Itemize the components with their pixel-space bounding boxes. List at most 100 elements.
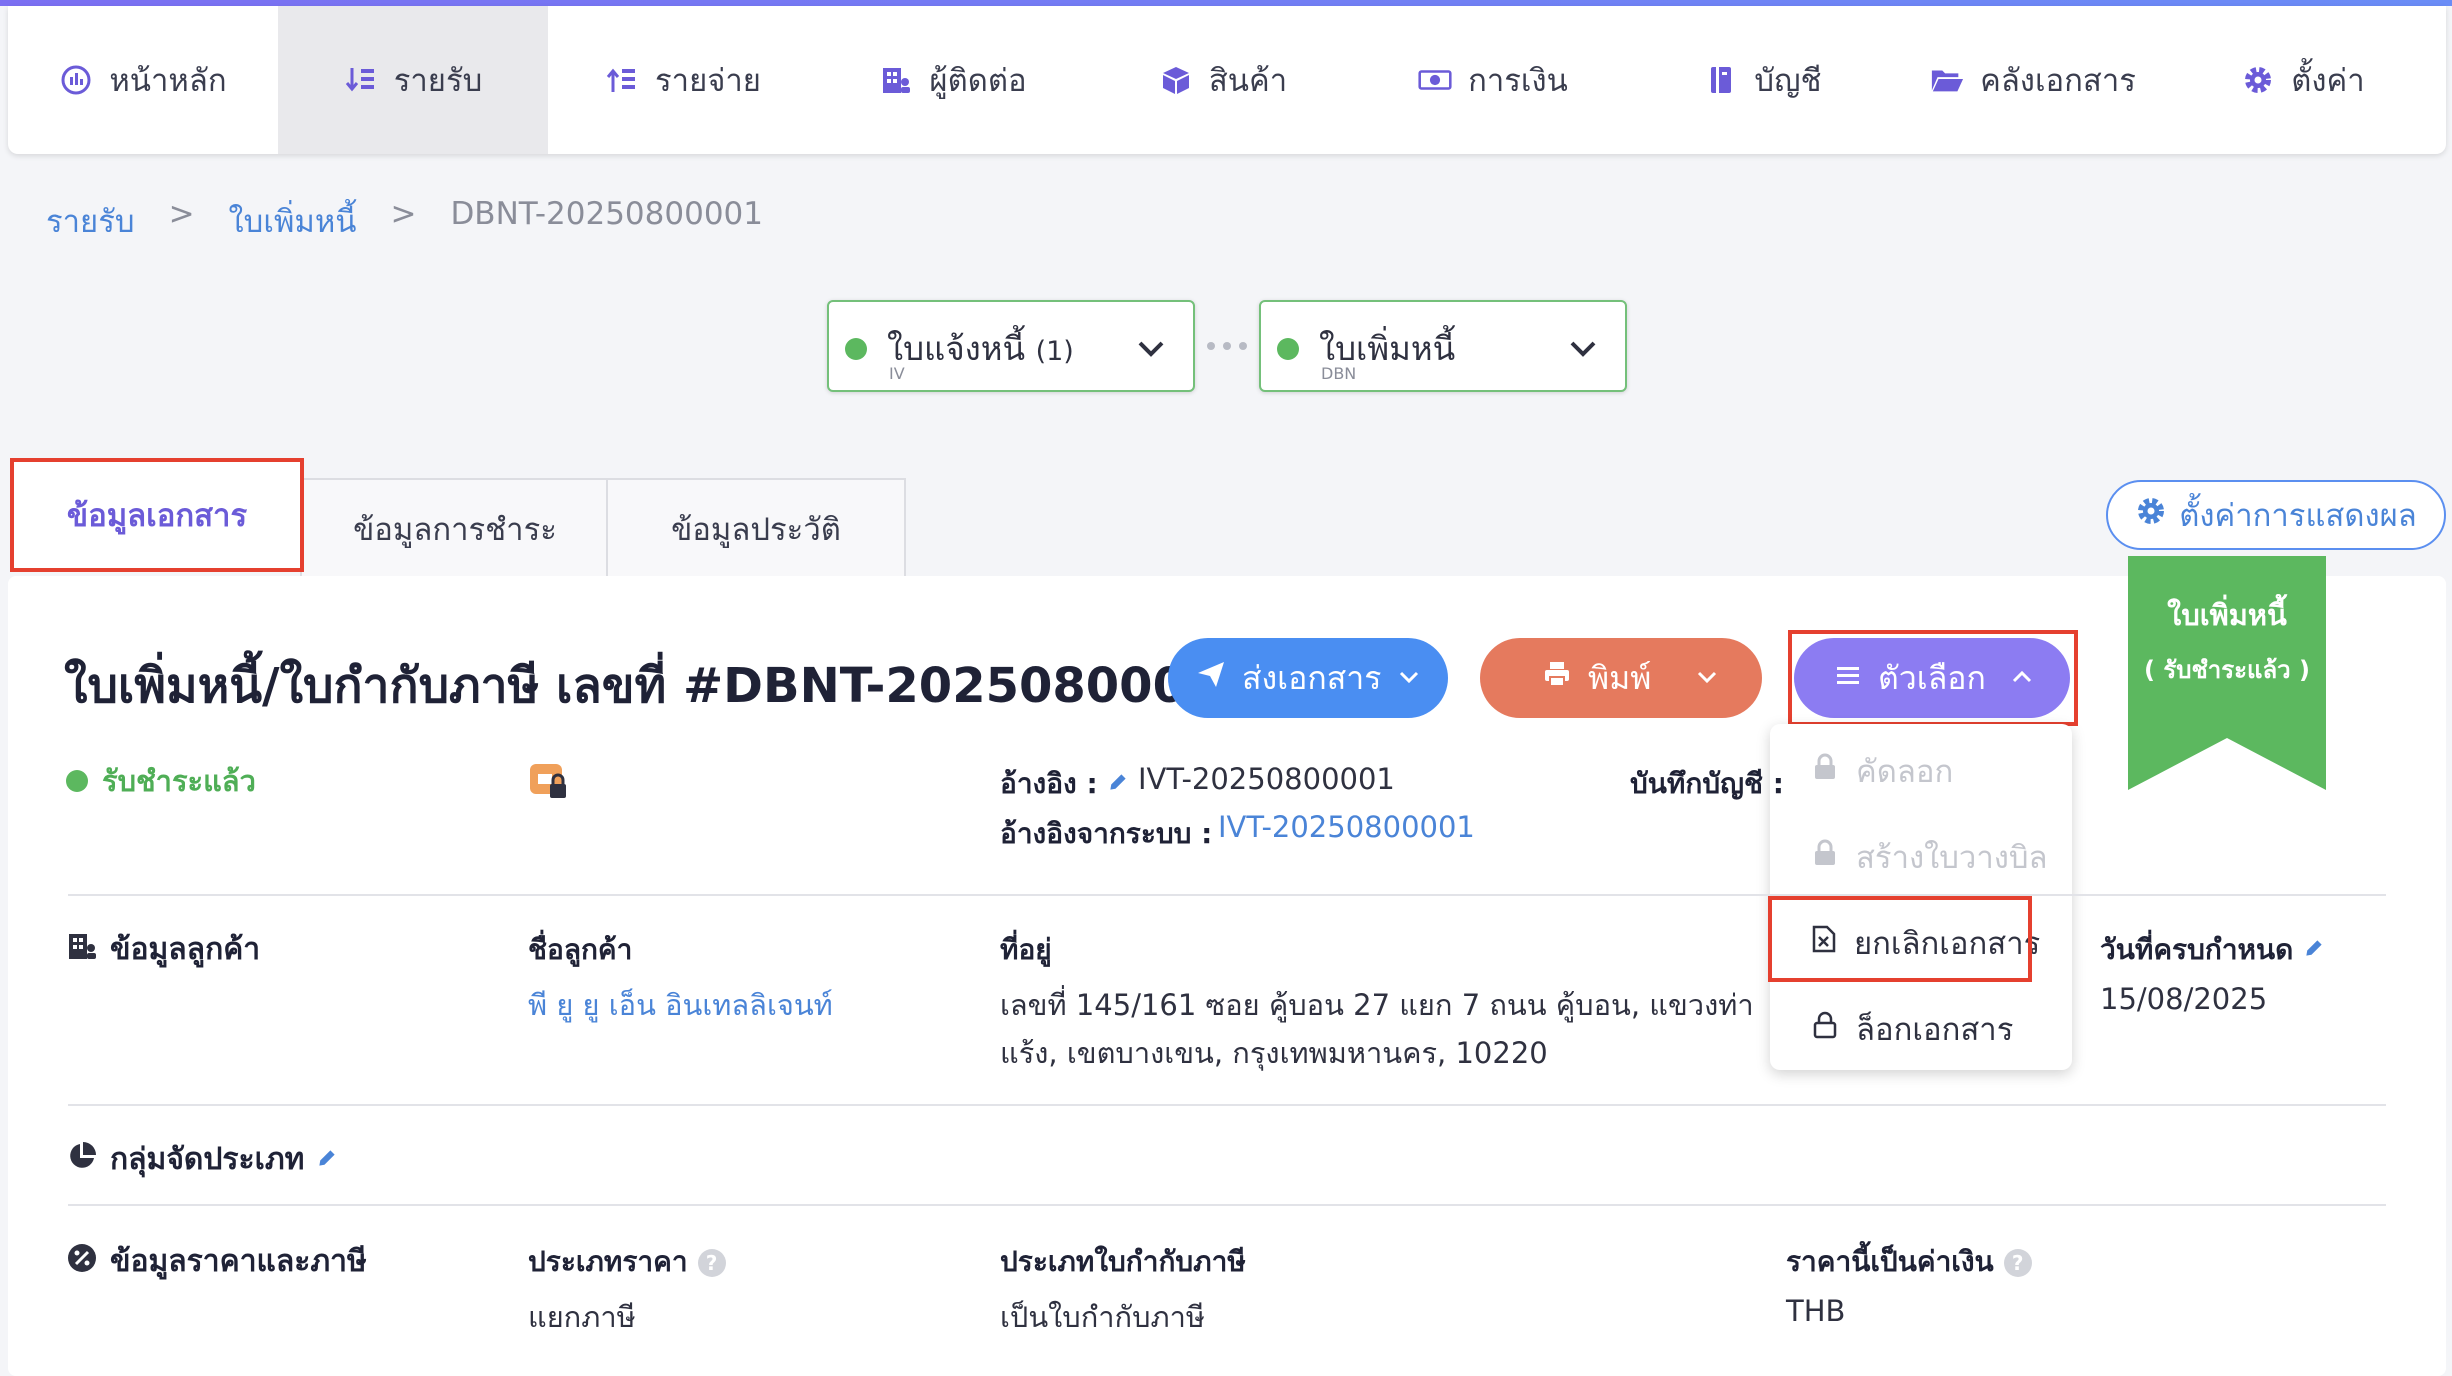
lock-icon (1812, 839, 1838, 875)
percent-badge-icon (66, 1242, 98, 1282)
customer-name-label: ชื่อลูกค้า (528, 933, 633, 966)
status-dot (66, 770, 88, 792)
edit-pencil-icon[interactable] (1107, 767, 1129, 800)
nav-label: ผู้ติดต่อ (929, 63, 1027, 99)
nav-item-income[interactable]: รายรับ (278, 6, 548, 154)
due-date-label: วันที่ครบกำหนด (2100, 928, 2325, 972)
nav-label: รายรับ (393, 63, 483, 99)
nav-label: บัญชี (1754, 63, 1822, 99)
flow-step-invoice[interactable]: ใบแจ้งหนี้ (1) IV (827, 300, 1195, 392)
account-record-label: บันทึกบัญชี : (1630, 767, 1784, 800)
menu-item-label: ล็อกเอกสาร (1856, 1012, 2014, 1048)
flow-step-code: IV (889, 364, 905, 383)
breadcrumb-income-link[interactable]: รายรับ (46, 196, 135, 246)
breadcrumb: รายรับ > ใบเพิ่มหนี้ > DBNT-20250800001 (46, 196, 763, 246)
divider (68, 1204, 2386, 1206)
expense-sort-icon (605, 63, 639, 97)
system-reference-link[interactable]: IVT-20250800001 (1218, 810, 1475, 844)
lock-icon (1812, 1011, 1838, 1047)
tax-doc-type-label: ประเภทใบกำกับภาษี (1000, 1245, 1246, 1278)
help-icon[interactable]: ? (2003, 1249, 2032, 1277)
breadcrumb-debit-note-link[interactable]: ใบเพิ่มหนี้ (229, 196, 357, 246)
ribbon-line2: ( รับชำระแล้ว ) (2144, 656, 2310, 684)
breadcrumb-current: DBNT-20250800001 (450, 196, 763, 232)
folder-open-icon (1930, 63, 1964, 97)
nav-label: คลังเอกสาร (1980, 63, 2136, 99)
lock-icon (1812, 753, 1838, 789)
nav-item-home[interactable]: หน้าหลัก (8, 6, 278, 154)
address-line-1: เลขที่ 145/161 ซอย คู้บอน 27 แยก 7 ถนน ค… (1000, 988, 1754, 1022)
status-text: รับชำระแล้ว (102, 764, 256, 798)
tab-payment-info[interactable]: ข้อมูลการชำระ (300, 478, 610, 578)
customer-name-link[interactable]: พี ยู ยู เอ็น อินเทลลิเจนท์ (528, 982, 833, 1028)
category-section-header: กลุ่มจัดประเภท (66, 1136, 338, 1183)
print-label: พิมพ์ (1588, 658, 1652, 697)
flow-step-title: ใบแจ้งหนี้ (1) (887, 329, 1074, 368)
building-contacts-icon (879, 63, 913, 97)
gear-icon (2241, 63, 2275, 97)
edit-pencil-icon[interactable] (316, 1142, 338, 1177)
chevron-down-icon (1397, 659, 1421, 697)
chevron-down-icon (1695, 659, 1719, 697)
chevron-down-icon (1567, 332, 1599, 368)
tax-doc-type-value: เป็นใบกำกับภาษี (1000, 1300, 1206, 1334)
edit-pencil-icon[interactable] (2303, 933, 2325, 966)
send-label: ส่งเอกสาร (1242, 658, 1382, 697)
address-line-2: แร้ง, เขตบางเขน, กรุงเทพมหานคร, 10220 (1000, 1036, 1548, 1070)
income-sort-icon (344, 63, 378, 97)
display-settings-button[interactable]: ตั้งค่าการแสดงผล (2106, 480, 2446, 550)
customer-section-header: ข้อมูลลูกค้า (66, 926, 260, 973)
flow-step-debit-note[interactable]: ใบเพิ่มหนี้ DBN (1259, 300, 1627, 392)
main-nav: หน้าหลัก รายรับ รายจ่าย ผู้ติดต่อ สินค้า… (8, 6, 2446, 154)
flow-connector (1207, 342, 1247, 350)
breadcrumb-separator: > (168, 196, 195, 232)
menu-item-copy[interactable]: คัดลอก (1770, 728, 2072, 814)
due-date-value: 15/08/2025 (2100, 982, 2268, 1016)
price-type-value: แยกภาษี (528, 1300, 636, 1334)
divider (68, 1104, 2386, 1106)
nav-label: หน้าหลัก (109, 63, 227, 99)
send-document-button[interactable]: ส่งเอกสาร (1168, 638, 1448, 718)
status-dot (845, 338, 867, 360)
menu-item-create-billing-note[interactable]: สร้างใบวางบิล (1770, 814, 2072, 900)
divider (68, 894, 2386, 896)
menu-item-lock-document[interactable]: ล็อกเอกสาร (1770, 986, 2072, 1072)
dashboard-gauge-icon (59, 63, 93, 97)
nav-label: สินค้า (1208, 63, 1288, 99)
nav-item-products[interactable]: สินค้า (1088, 6, 1358, 154)
ribbon-line1: ใบเพิ่มหนี้ (2167, 598, 2287, 632)
display-settings-label: ตั้งค่าการแสดงผล (2179, 498, 2417, 534)
tab-history-info[interactable]: ข้อมูลประวัติ (606, 478, 906, 578)
nav-item-accounting[interactable]: บัญชี (1628, 6, 1898, 154)
reference-value: IVT-20250800001 (1138, 762, 1395, 796)
highlight-box (1768, 896, 2032, 982)
nav-label: รายจ่าย (655, 63, 761, 99)
nav-item-expense[interactable]: รายจ่าย (548, 6, 818, 154)
flow-step-code: DBN (1321, 364, 1357, 383)
print-button[interactable]: พิมพ์ (1480, 638, 1762, 718)
help-icon[interactable]: ? (697, 1249, 726, 1277)
system-reference-label: อ้างอิงจากระบบ : (1000, 817, 1213, 850)
menu-item-label: สร้างใบวางบิล (1856, 840, 2048, 876)
status-dot (1277, 338, 1299, 360)
price-type-label: ประเภทราคา? (528, 1240, 726, 1284)
breadcrumb-separator: > (390, 196, 417, 232)
tab-document-info[interactable]: ข้อมูลเอกสาร (10, 458, 304, 572)
menu-item-label: คัดลอก (1856, 754, 1954, 790)
building-icon (66, 930, 98, 970)
nav-label: ตั้งค่า (2291, 63, 2365, 99)
nav-item-settings[interactable]: ตั้งค่า (2168, 6, 2438, 154)
nav-item-contacts[interactable]: ผู้ติดต่อ (818, 6, 1088, 154)
gear-icon (2135, 495, 2167, 535)
ribbon-text: ใบเพิ่มหนี้ ( รับชำระแล้ว ) (2128, 592, 2326, 689)
money-bill-icon (1418, 63, 1452, 97)
document-title: ใบเพิ่มหนี้/ใบกำกับภาษี เลขที่ #DBNT-202… (64, 648, 1296, 724)
message-lock-icon (528, 762, 570, 808)
nav-item-documents[interactable]: คลังเอกสาร (1898, 6, 2168, 154)
printer-icon (1542, 659, 1572, 697)
paper-plane-icon (1196, 659, 1226, 697)
box-icon (1159, 63, 1193, 97)
currency-value: THB (1786, 1294, 1846, 1328)
nav-item-finance[interactable]: การเงิน (1358, 6, 1628, 154)
reference-label: อ้างอิง : (1000, 762, 1129, 806)
